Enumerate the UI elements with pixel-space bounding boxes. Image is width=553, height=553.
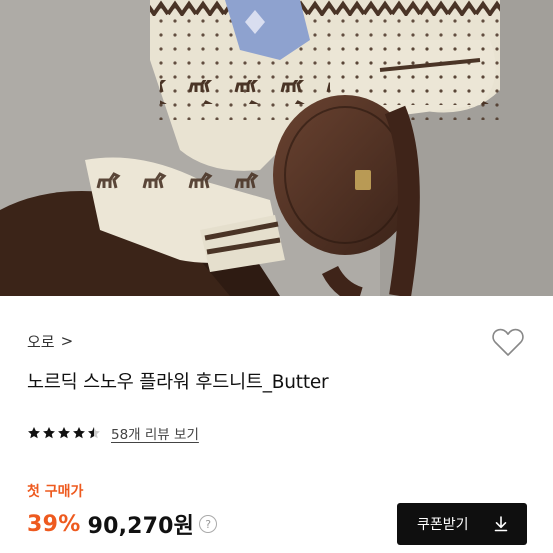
help-icon[interactable]: ?: [199, 515, 218, 533]
download-icon: [494, 516, 508, 532]
price-row: 39% 90,270원 ?: [27, 509, 218, 539]
coupon-download-button[interactable]: 쿠폰받기: [397, 503, 527, 545]
discount-rate: 39%: [27, 511, 81, 537]
hero-illustration: [0, 0, 553, 296]
review-count-link[interactable]: 58개 리뷰 보기: [111, 423, 199, 443]
sale-price: 90,270원: [87, 514, 195, 539]
star-full-icon: [73, 427, 85, 439]
star-full-icon: [28, 427, 40, 439]
rating-row: 58개 리뷰 보기: [27, 423, 199, 443]
heart-icon[interactable]: [491, 326, 525, 358]
star-rating: [27, 426, 101, 440]
star-half-icon: [88, 427, 100, 439]
chevron-right-icon: >: [60, 331, 74, 350]
first-purchase-label: 첫 구매가: [27, 484, 84, 500]
brand-link[interactable]: 오로 >: [27, 330, 73, 352]
brand-name[interactable]: 오로: [27, 331, 55, 352]
coupon-button-label: 쿠폰받기: [417, 517, 469, 533]
product-title: 노르딕 스노우 플라워 후드니트_Butter: [27, 372, 329, 393]
star-full-icon: [58, 427, 70, 439]
star-full-icon: [43, 427, 55, 439]
product-hero-image: [0, 0, 553, 296]
